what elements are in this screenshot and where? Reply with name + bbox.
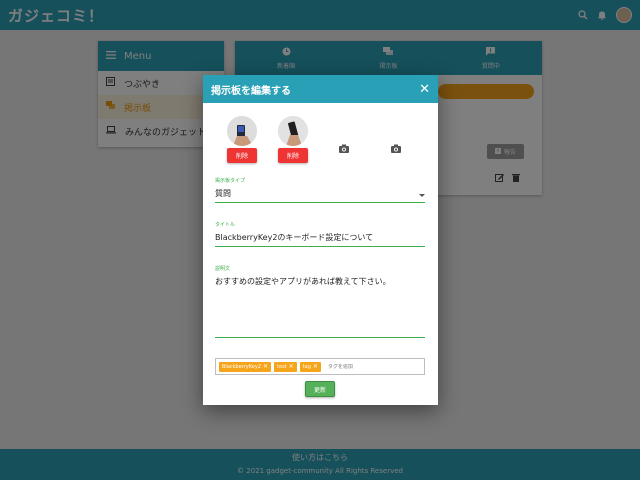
update-button[interactable]: 更新 — [305, 381, 335, 397]
camera-icon[interactable] — [391, 138, 401, 157]
remove-tag-icon[interactable]: ✕ — [263, 363, 268, 370]
tag-label: tag — [302, 363, 311, 370]
title-value[interactable]: BlackberryKey2のキーボード設定について — [215, 232, 425, 243]
edit-board-dialog: 掲示板を編集する ✕ 削除 削除 掲示板タイプ 質問 タイトル Blackber… — [203, 75, 438, 405]
board-type-value: 質問 — [215, 189, 231, 198]
title-label: タイトル — [215, 222, 236, 228]
tag-chip: test ✕ — [274, 361, 297, 372]
add-tag-input[interactable] — [327, 363, 388, 370]
delete-image-button[interactable]: 削除 — [278, 148, 308, 163]
close-icon[interactable]: ✕ — [419, 83, 430, 96]
board-type-select[interactable]: 掲示板タイプ 質問 — [215, 177, 425, 203]
tag-label: BlackberryKey2 — [222, 363, 262, 370]
camera-icon[interactable] — [339, 138, 349, 157]
image-uploads: 削除 削除 — [215, 116, 426, 166]
description-textarea[interactable]: おすすめの設定やアプリがあれば教えて下さい。 — [215, 276, 425, 334]
image-slot-1: 削除 — [222, 116, 262, 163]
uploaded-image-thumbnail[interactable] — [278, 116, 308, 146]
remove-tag-icon[interactable]: ✕ — [289, 363, 294, 370]
dialog-header: 掲示板を編集する ✕ — [203, 75, 438, 103]
dialog-title: 掲示板を編集する — [211, 85, 291, 97]
tag-input-box[interactable]: BlackberryKey2 ✕ test ✕ tag ✕ — [215, 358, 425, 375]
tag-chip: tag ✕ — [299, 361, 321, 372]
description-label: 説明文 — [215, 266, 231, 272]
image-slot-2: 削除 — [273, 116, 313, 163]
tag-chip: BlackberryKey2 ✕ — [219, 361, 272, 372]
uploaded-image-thumbnail[interactable] — [227, 116, 257, 146]
description-field[interactable]: 説明文 おすすめの設定やアプリがあれば教えて下さい。 — [215, 265, 425, 338]
remove-tag-icon[interactable]: ✕ — [313, 363, 318, 370]
tag-label: test — [277, 363, 287, 370]
title-field[interactable]: タイトル BlackberryKey2のキーボード設定について — [215, 221, 425, 247]
chevron-down-icon[interactable] — [419, 194, 425, 197]
delete-image-button[interactable]: 削除 — [227, 148, 257, 163]
board-type-label: 掲示板タイプ — [215, 178, 246, 184]
